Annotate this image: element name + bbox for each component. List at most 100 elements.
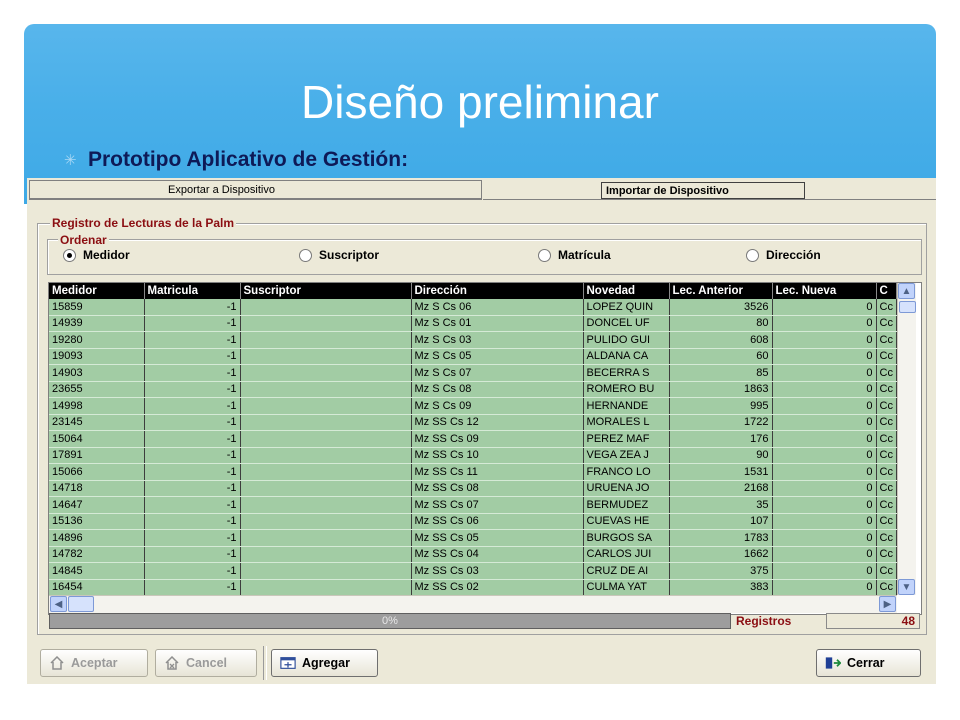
table-cell[interactable]: Mz SS Cs 12 — [411, 414, 584, 431]
table-cell[interactable]: Mz S Cs 06 — [411, 299, 584, 316]
table-row[interactable]: 15136 -1 Mz SS Cs 06 CUEVAS HE 107 0 Cc — [49, 513, 897, 530]
table-cell[interactable]: -1 — [144, 579, 241, 596]
table-cell[interactable]: FRANCO LO — [583, 463, 670, 481]
table-cell[interactable]: 15064 — [49, 430, 145, 448]
table-cell[interactable]: Cc — [876, 315, 897, 332]
table-cell[interactable]: 0 — [772, 430, 877, 448]
order-option-medidor[interactable]: Medidor — [63, 248, 130, 262]
table-row[interactable]: 14998 -1 Mz S Cs 09 HERNANDE 995 0 Cc — [49, 397, 897, 415]
table-cell[interactable]: 1662 — [669, 546, 773, 563]
table-row[interactable]: 14896 -1 Mz SS Cs 05 BURGOS SA 1783 0 Cc — [49, 529, 897, 547]
table-cell[interactable]: 0 — [772, 480, 877, 497]
table-cell[interactable]: Cc — [876, 447, 897, 464]
table-cell[interactable]: Mz S Cs 08 — [411, 381, 584, 398]
table-cell[interactable]: Mz SS Cs 03 — [411, 562, 584, 580]
table-row[interactable]: 23655 -1 Mz S Cs 08 ROMERO BU 1863 0 Cc — [49, 381, 897, 398]
arrow-down-icon[interactable]: ▼ — [898, 579, 915, 595]
table-cell[interactable]: 0 — [772, 463, 877, 481]
table-cell[interactable]: 0 — [772, 513, 877, 530]
table-cell[interactable]: -1 — [144, 480, 241, 497]
table-row[interactable]: 14647 -1 Mz SS Cs 07 BERMUDEZ 35 0 Cc — [49, 496, 897, 514]
table-cell[interactable]: -1 — [144, 463, 241, 481]
table-cell[interactable]: -1 — [144, 447, 241, 464]
table-cell[interactable]: -1 — [144, 496, 241, 514]
table-cell[interactable]: BERMUDEZ — [583, 496, 670, 514]
table-cell[interactable] — [240, 463, 412, 481]
table-cell[interactable] — [240, 331, 412, 349]
table-cell[interactable]: 1722 — [669, 414, 773, 431]
column-header[interactable]: Lec. Anterior — [669, 283, 773, 299]
column-header[interactable]: Dirección — [411, 283, 584, 299]
radio-icon[interactable] — [746, 248, 759, 262]
table-cell[interactable]: Mz S Cs 03 — [411, 331, 584, 349]
table-cell[interactable]: 1531 — [669, 463, 773, 481]
table-cell[interactable]: Mz S Cs 05 — [411, 348, 584, 365]
table-cell[interactable]: Mz SS Cs 09 — [411, 430, 584, 448]
vertical-scrollbar[interactable]: ▲ ▼ — [897, 283, 916, 595]
table-cell[interactable]: 17891 — [49, 447, 145, 464]
tab-import[interactable]: Importar de Dispositivo — [601, 182, 805, 199]
table-cell[interactable]: 14845 — [49, 562, 145, 580]
table-cell[interactable]: 14998 — [49, 397, 145, 415]
table-row[interactable]: 23145 -1 Mz SS Cs 12 MORALES L 1722 0 Cc — [49, 414, 897, 431]
table-cell[interactable]: 14718 — [49, 480, 145, 497]
table-cell[interactable]: Mz SS Cs 07 — [411, 496, 584, 514]
column-header[interactable]: Matricula — [144, 283, 241, 299]
table-cell[interactable]: -1 — [144, 414, 241, 431]
table-cell[interactable] — [240, 299, 412, 316]
table-cell[interactable]: 0 — [772, 397, 877, 415]
column-header[interactable]: Lec. Nueva — [772, 283, 877, 299]
table-cell[interactable] — [240, 348, 412, 365]
table-cell[interactable]: BECERRA S — [583, 364, 670, 382]
table-cell[interactable]: 23655 — [49, 381, 145, 398]
table-cell[interactable] — [240, 315, 412, 332]
table-cell[interactable]: 375 — [669, 562, 773, 580]
table-cell[interactable]: Cc — [876, 496, 897, 514]
table-cell[interactable]: -1 — [144, 430, 241, 448]
table-cell[interactable]: Mz S Cs 09 — [411, 397, 584, 415]
table-cell[interactable]: BURGOS SA — [583, 529, 670, 547]
table-cell[interactable]: Cc — [876, 529, 897, 547]
table-cell[interactable]: -1 — [144, 331, 241, 349]
table-cell[interactable]: 23145 — [49, 414, 145, 431]
table-cell[interactable]: -1 — [144, 546, 241, 563]
table-cell[interactable]: 0 — [772, 546, 877, 563]
radio-icon[interactable] — [538, 248, 551, 262]
table-row[interactable]: 19280 -1 Mz S Cs 03 PULIDO GUI 608 0 Cc — [49, 331, 897, 349]
table-cell[interactable]: 608 — [669, 331, 773, 349]
table-cell[interactable]: 383 — [669, 579, 773, 596]
table-row[interactable]: 19093 -1 Mz S Cs 05 ALDANA CA 60 0 Cc — [49, 348, 897, 365]
aceptar-button[interactable]: Aceptar — [40, 649, 148, 677]
cerrar-button[interactable]: Cerrar — [816, 649, 921, 677]
table-cell[interactable]: 14903 — [49, 364, 145, 382]
table-cell[interactable]: LOPEZ QUIN — [583, 299, 670, 316]
table-cell[interactable]: CUEVAS HE — [583, 513, 670, 530]
table-cell[interactable]: 0 — [772, 364, 877, 382]
table-cell[interactable]: CULMA YAT — [583, 579, 670, 596]
table-cell[interactable]: Cc — [876, 480, 897, 497]
table-cell[interactable]: Mz SS Cs 11 — [411, 463, 584, 481]
table-cell[interactable]: 15066 — [49, 463, 145, 481]
table-cell[interactable]: MORALES L — [583, 414, 670, 431]
table-row[interactable]: 14718 -1 Mz SS Cs 08 URUENA JO 2168 0 Cc — [49, 480, 897, 497]
table-cell[interactable] — [240, 513, 412, 530]
table-cell[interactable]: Cc — [876, 364, 897, 382]
table-cell[interactable]: 35 — [669, 496, 773, 514]
table-cell[interactable]: 107 — [669, 513, 773, 530]
table-row[interactable]: 15859 -1 Mz S Cs 06 LOPEZ QUIN 3526 0 Cc — [49, 299, 897, 316]
table-cell[interactable]: Mz SS Cs 05 — [411, 529, 584, 547]
order-option-direccion[interactable]: Dirección — [746, 248, 821, 262]
table-cell[interactable]: -1 — [144, 513, 241, 530]
table-cell[interactable]: 0 — [772, 315, 877, 332]
table-cell[interactable]: DONCEL UF — [583, 315, 670, 332]
radio-icon[interactable] — [63, 248, 76, 262]
table-cell[interactable] — [240, 496, 412, 514]
table-cell[interactable]: Mz SS Cs 08 — [411, 480, 584, 497]
table-cell[interactable]: Cc — [876, 430, 897, 448]
table-cell[interactable]: HERNANDE — [583, 397, 670, 415]
column-header[interactable]: Novedad — [583, 283, 670, 299]
scroll-thumb-horizontal[interactable] — [68, 596, 94, 612]
agregar-button[interactable]: Agregar — [271, 649, 378, 677]
table-cell[interactable]: 0 — [772, 447, 877, 464]
table-cell[interactable]: URUENA JO — [583, 480, 670, 497]
